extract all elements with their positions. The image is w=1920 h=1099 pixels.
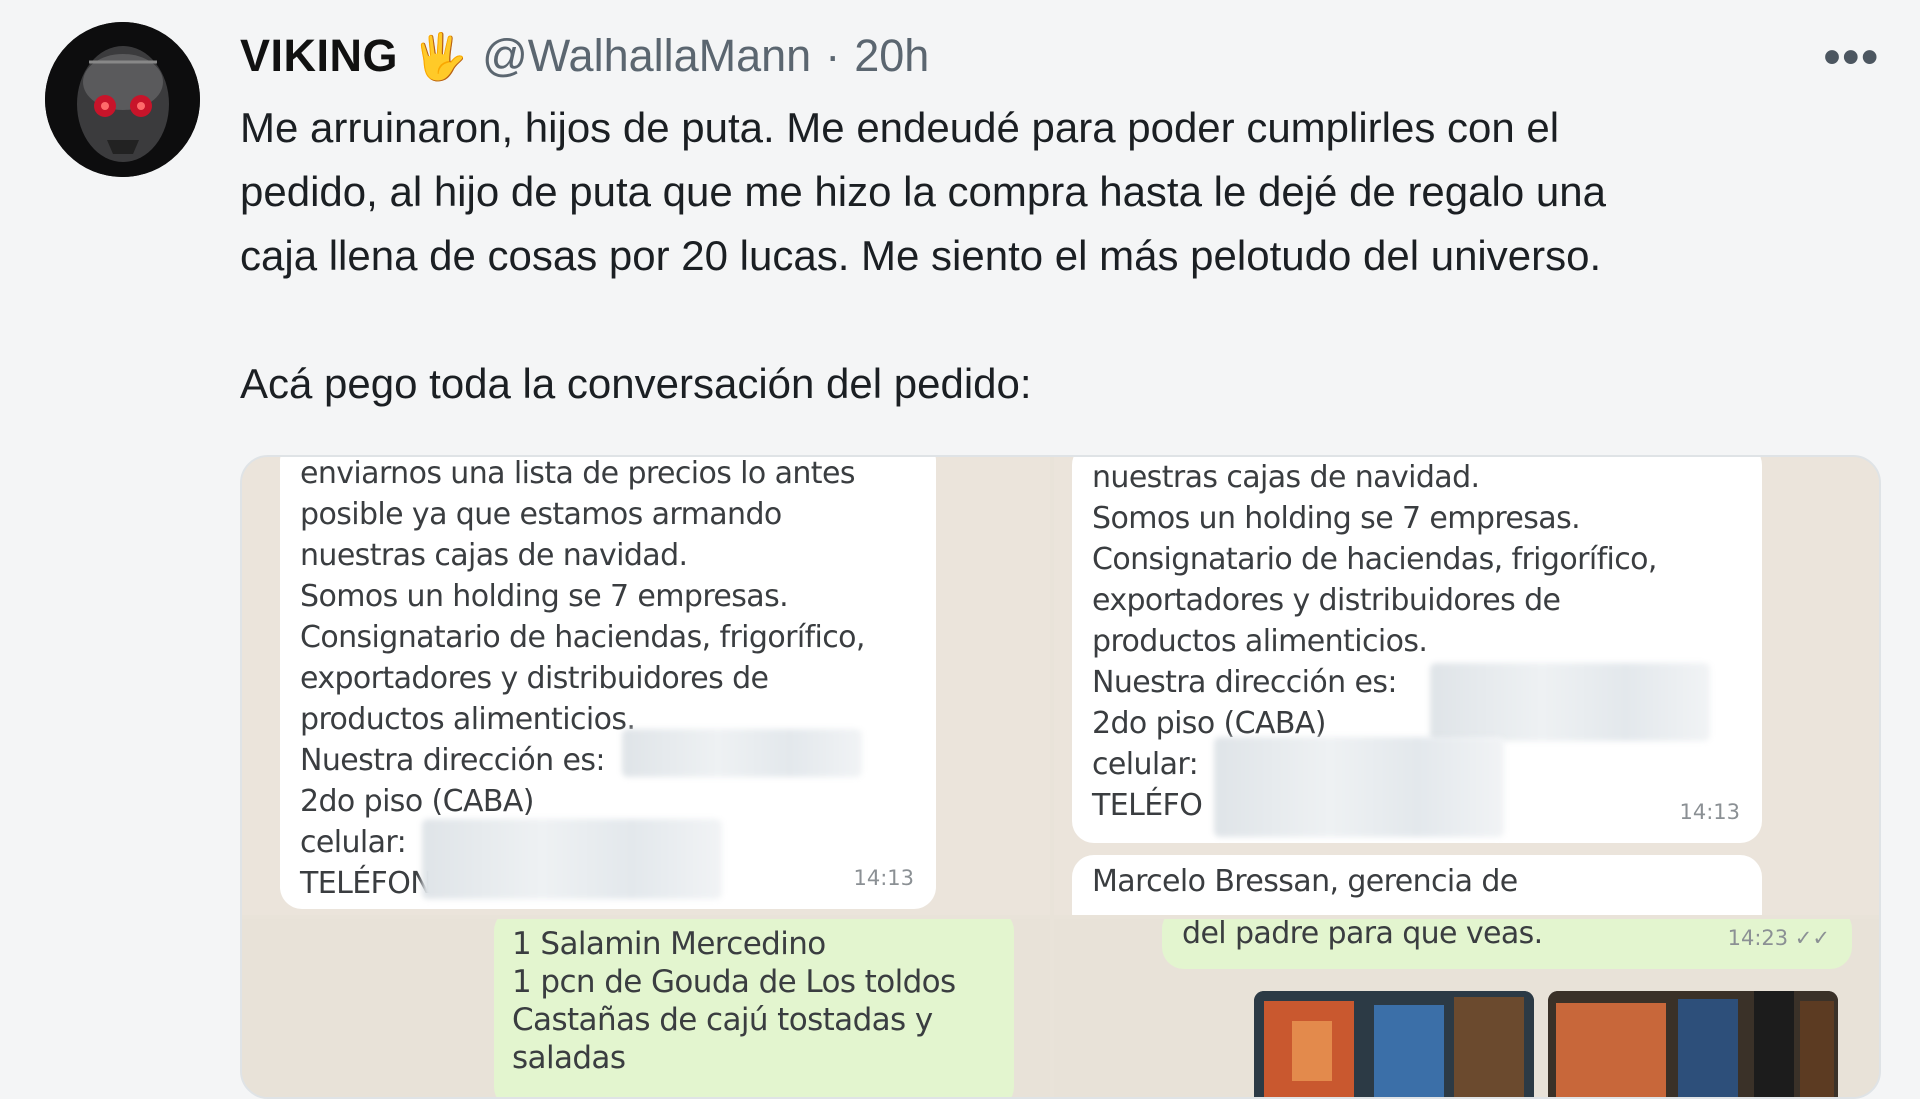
author-handle[interactable]: @WalhallaMann: [482, 30, 811, 82]
avatar-skull-image: [45, 22, 200, 177]
chat-line: 1 pcn de Gouda de Los toldos: [512, 964, 956, 1000]
product-photo[interactable]: [1548, 991, 1838, 1097]
gift-box-photo-icon: [1254, 991, 1534, 1097]
redacted-phone: [1214, 737, 1504, 837]
chat-line: exportadores y distribuidores de: [1092, 583, 1561, 618]
chat-line: Consignatario de haciendas, frigorífico,: [1092, 542, 1657, 577]
media-image-2[interactable]: nuestras cajas de navidad. Somos un hold…: [1054, 457, 1879, 915]
chat-line: enviarnos una lista de precios lo antes: [300, 457, 855, 491]
more-options-icon[interactable]: •••: [1824, 30, 1880, 85]
chat-line: 1 Salamin Mercedino: [512, 926, 826, 962]
chat-bubble-sent: del padre para que veas. 14:23 ✓✓: [1162, 919, 1852, 969]
author-name[interactable]: VIKING: [240, 30, 398, 82]
media-image-3[interactable]: 1 Salamin Mercedino 1 pcn de Gouda de Lo…: [242, 919, 1050, 1097]
tweet-text-line: Me arruinaron, hijos de puta. Me endeudé…: [240, 104, 1560, 151]
chat-line: Somos un holding se 7 empresas.: [300, 579, 789, 614]
tweet-age[interactable]: 20h: [854, 30, 929, 82]
chat-line: Somos un holding se 7 empresas.: [1092, 501, 1581, 536]
redacted-address: [1430, 663, 1710, 741]
tweet-media-grid[interactable]: enviarnos una lista de precios lo antes …: [240, 455, 1881, 1099]
chat-line: Consignatario de haciendas, frigorífico,: [300, 620, 865, 655]
tweet-text-line: caja llena de cosas por 20 lucas. Me sie…: [240, 232, 1602, 279]
tweet-text-line: Acá pego toda la conversación del pedido…: [240, 360, 1032, 407]
chat-line: nuestras cajas de navidad.: [1092, 460, 1480, 495]
separator-dot: ·: [825, 30, 841, 81]
author-avatar[interactable]: [45, 22, 200, 177]
chat-line: saladas: [512, 1040, 626, 1076]
message-time: 14:13: [853, 866, 914, 890]
tweet-text-line: pedido, al hijo de puta que me hizo la c…: [240, 168, 1606, 215]
chat-line: 2do piso (CABA): [300, 784, 535, 819]
chat-line: nuestras cajas de navidad.: [300, 538, 688, 573]
chat-line: Castañas de cajú tostadas y: [512, 1002, 933, 1038]
redacted-address: [622, 729, 862, 777]
chat-bubble-sent: 1 Salamin Mercedino 1 pcn de Gouda de Lo…: [494, 919, 1014, 1097]
gift-box-photo-icon: [1548, 991, 1838, 1097]
raised-hand-emoji-icon: 🖐: [412, 30, 469, 82]
product-photo[interactable]: [1254, 991, 1534, 1097]
media-image-1[interactable]: enviarnos una lista de precios lo antes …: [242, 457, 1050, 915]
chat-line: posible ya que estamos armando: [300, 497, 782, 532]
chat-bubble: Marcelo Bressan, gerencia de: [1072, 855, 1762, 915]
chat-line: Marcelo Bressan, gerencia de: [1092, 864, 1518, 899]
tweet-header: VIKING 🖐 @WalhallaMann · 20h: [240, 24, 929, 88]
message-time: 14:23 ✓✓: [1727, 926, 1830, 950]
message-time: 14:13: [1679, 800, 1740, 824]
redacted-phone: [422, 819, 722, 899]
chat-line: productos alimenticios.: [1092, 624, 1428, 659]
chat-line: exportadores y distribuidores de: [300, 661, 769, 696]
tweet-text: Me arruinaron, hijos de puta. Me endeudé…: [240, 96, 1880, 416]
media-image-4[interactable]: del padre para que veas. 14:23 ✓✓: [1054, 919, 1879, 1097]
